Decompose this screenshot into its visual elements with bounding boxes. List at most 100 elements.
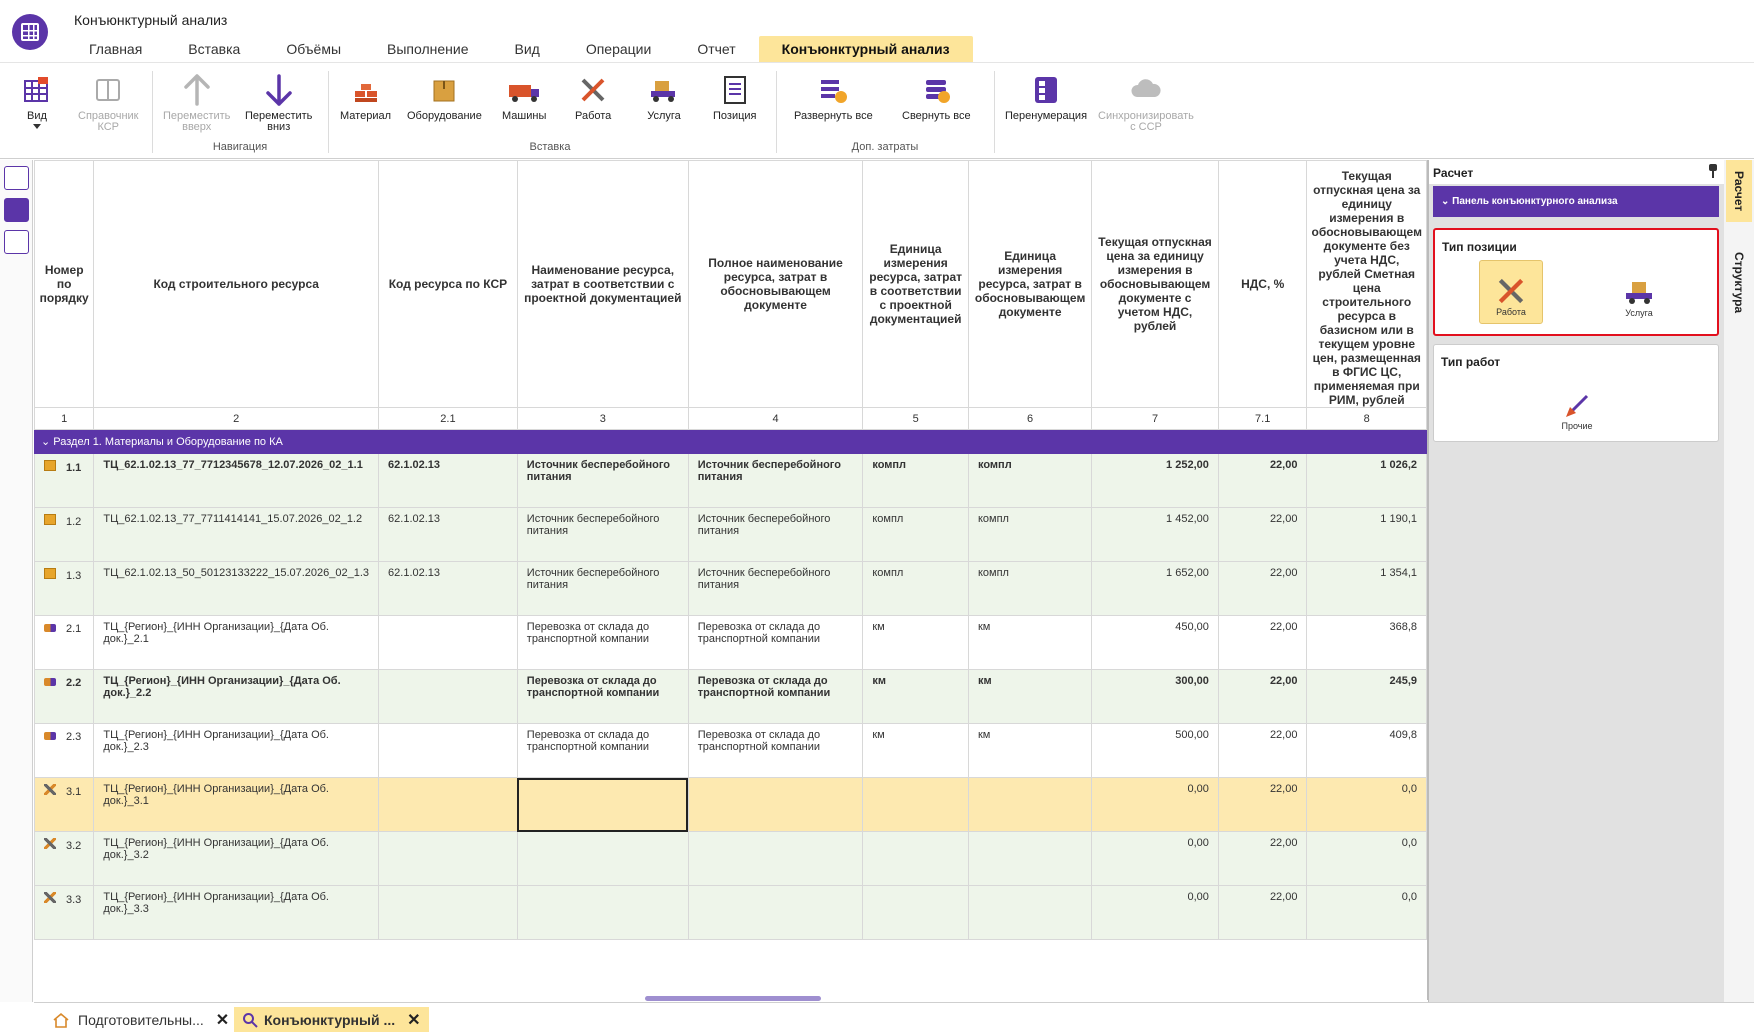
cell-vat[interactable]: 22,00	[1217, 615, 1308, 670]
close-icon[interactable]: ✕	[216, 1010, 229, 1030]
cell-price[interactable]: 1 252,00	[1091, 453, 1219, 508]
cell-price[interactable]: 450,00	[1091, 615, 1219, 670]
pin-icon[interactable]	[1709, 164, 1717, 178]
menu-execution[interactable]: Выполнение	[364, 36, 491, 62]
cell-vat[interactable]: 22,00	[1217, 885, 1308, 940]
cell-unit[interactable]: компл	[862, 507, 969, 562]
cell-name[interactable]	[516, 831, 689, 886]
tab-structure[interactable]: Структура	[1726, 238, 1752, 328]
cell-full-name[interactable]: Перевозка от склада до транспортной комп…	[687, 723, 864, 778]
menu-volumes[interactable]: Объёмы	[263, 36, 364, 62]
cell-vat[interactable]: 22,00	[1217, 453, 1308, 508]
cell-name[interactable]: Перевозка от склада до транспортной комп…	[516, 723, 689, 778]
expand-all-button[interactable]: Развернуть все	[794, 73, 873, 122]
table-row[interactable]: 2.3 ТЦ_{Регион}_{ИНН Организации}_{Дата О…	[34, 723, 1427, 778]
cell-name[interactable]	[516, 777, 689, 832]
cell-number[interactable]: 3.2	[34, 831, 95, 886]
table-icon[interactable]	[4, 230, 29, 254]
cell-price[interactable]: 0,00	[1091, 831, 1219, 886]
insert-material-button[interactable]: Материал	[340, 73, 391, 122]
cell-name[interactable]: Перевозка от склада до транспортной комп…	[516, 669, 689, 724]
cell-name[interactable]: Перевозка от склада до транспортной комп…	[516, 615, 689, 670]
col-header[interactable]: Текущая отпускная цена за единицу измере…	[1306, 160, 1427, 408]
cell-ksr[interactable]: 62.1.02.13	[378, 561, 518, 616]
cell-number[interactable]: 2.3	[34, 723, 95, 778]
menu-home[interactable]: Главная	[66, 36, 165, 62]
cell-price[interactable]: 0,00	[1091, 777, 1219, 832]
doc-tab-market-analysis[interactable]: Конъюнктурный ... ✕	[234, 1007, 429, 1032]
insert-service-button[interactable]: Услуга	[647, 73, 681, 122]
panel-section-bar[interactable]: ⌄ Панель конъюнктурного анализа	[1433, 186, 1719, 217]
cell-name[interactable]: Источник бесперебойного питания	[516, 507, 689, 562]
cell-vat[interactable]: 22,00	[1217, 777, 1308, 832]
cell-unit[interactable]	[862, 777, 969, 832]
table-row[interactable]: 2.2 ТЦ_{Регион}_{ИНН Организации}_{Дата О…	[34, 669, 1427, 724]
close-icon[interactable]: ✕	[407, 1010, 420, 1030]
sync-ssr-button[interactable]: Синхронизировать с ССР	[1098, 73, 1194, 133]
cell-vat[interactable]: 22,00	[1217, 561, 1308, 616]
cell-vat[interactable]: 22,00	[1217, 723, 1308, 778]
cell-price[interactable]: 0,00	[1091, 885, 1219, 940]
briefcase-icon[interactable]	[4, 198, 29, 222]
cell-unit-doc[interactable]	[967, 831, 1093, 886]
cell-unit[interactable]: км	[862, 615, 969, 670]
cell-number[interactable]: 2.1	[34, 615, 95, 670]
ksr-reference-button[interactable]: Справочник КСР	[78, 73, 139, 133]
cell-name[interactable]	[516, 885, 689, 940]
cell-code[interactable]: ТЦ_{Регион}_{ИНН Организации}_{Дата Об. …	[93, 669, 380, 724]
cell-base[interactable]: 0,0	[1306, 831, 1427, 886]
cell-ksr[interactable]: 62.1.02.13	[378, 507, 518, 562]
table-row[interactable]: 3.1 ТЦ_{Регион}_{ИНН Организации}_{Дата О…	[34, 777, 1427, 832]
cell-number[interactable]: 3.1	[34, 777, 95, 832]
cell-base[interactable]: 0,0	[1306, 777, 1427, 832]
type-work-button[interactable]: Работа	[1479, 260, 1543, 324]
cell-ksr[interactable]	[378, 723, 518, 778]
doc-tab-preparatory[interactable]: Подготовительны... ✕	[44, 1007, 237, 1032]
cell-base[interactable]: 1 190,1	[1306, 507, 1427, 562]
cell-full-name[interactable]	[687, 831, 864, 886]
cell-base[interactable]: 1 354,1	[1306, 561, 1427, 616]
cell-vat[interactable]: 22,00	[1217, 507, 1308, 562]
cell-unit[interactable]: км	[862, 723, 969, 778]
app-logo[interactable]	[12, 14, 48, 50]
move-down-button[interactable]: Переместить вниз	[245, 73, 312, 133]
section-row[interactable]: ⌄ Раздел 1. Материалы и Оборудование по …	[34, 429, 1427, 454]
cell-ksr[interactable]	[378, 885, 518, 940]
col-header[interactable]: Единица измерения ресурса, затрат в обос…	[967, 160, 1093, 408]
insert-machines-button[interactable]: Машины	[502, 73, 546, 122]
cell-unit-doc[interactable]: км	[967, 723, 1093, 778]
cell-full-name[interactable]: Перевозка от склада до транспортной комп…	[687, 615, 864, 670]
cell-unit-doc[interactable]: компл	[967, 453, 1093, 508]
table-row[interactable]: 1.2 ТЦ_62.1.02.13_77_7711414141_15.07.202…	[34, 507, 1427, 562]
sections-icon[interactable]	[4, 166, 29, 190]
cell-code[interactable]: ТЦ_62.1.02.13_50_50123133222_15.07.2026_…	[93, 561, 380, 616]
cell-ksr[interactable]	[378, 831, 518, 886]
menu-operations[interactable]: Операции	[563, 36, 675, 62]
horizontal-scrollbar[interactable]	[645, 996, 821, 1001]
cell-number[interactable]: 1.3	[34, 561, 95, 616]
cell-code[interactable]: ТЦ_{Регион}_{ИНН Организации}_{Дата Об. …	[93, 885, 380, 940]
menu-insert[interactable]: Вставка	[165, 36, 263, 62]
view-button[interactable]: Вид	[20, 73, 54, 129]
cell-price[interactable]: 1 652,00	[1091, 561, 1219, 616]
cell-vat[interactable]: 22,00	[1217, 669, 1308, 724]
cell-price[interactable]: 300,00	[1091, 669, 1219, 724]
cell-unit[interactable]: компл	[862, 561, 969, 616]
cell-unit-doc[interactable]: км	[967, 669, 1093, 724]
cell-ksr[interactable]	[378, 669, 518, 724]
col-header[interactable]: Код строительного ресурса	[93, 160, 380, 408]
col-header[interactable]: Полное наименование ресурса, затрат в об…	[687, 160, 864, 408]
table-row[interactable]: 1.1 ТЦ_62.1.02.13_77_7712345678_12.07.202…	[34, 453, 1427, 508]
cell-vat[interactable]: 22,00	[1217, 831, 1308, 886]
cell-number[interactable]: 1.2	[34, 507, 95, 562]
cell-name[interactable]: Источник бесперебойного питания	[516, 561, 689, 616]
cell-number[interactable]: 3.3	[34, 885, 95, 940]
menu-report[interactable]: Отчет	[674, 36, 758, 62]
col-header[interactable]: Единица измерения ресурса, затрат в соот…	[862, 160, 969, 408]
cell-full-name[interactable]: Источник бесперебойного питания	[687, 561, 864, 616]
cell-unit[interactable]	[862, 885, 969, 940]
insert-position-button[interactable]: Позиция	[713, 73, 757, 122]
cell-unit-doc[interactable]: компл	[967, 561, 1093, 616]
col-header[interactable]: Текущая отпускная цена за единицу измере…	[1091, 160, 1219, 408]
work-other-button[interactable]: Прочие	[1545, 373, 1609, 437]
